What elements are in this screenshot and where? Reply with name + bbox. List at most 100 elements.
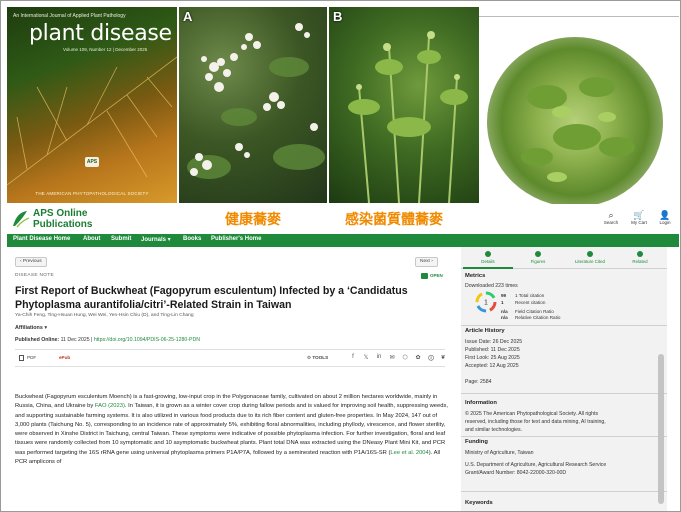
- cover-journal-line: An International Journal of Applied Plan…: [13, 13, 126, 19]
- aps-logo-icon[interactable]: [9, 208, 31, 230]
- literature-icon: [587, 251, 593, 257]
- healthy-buckwheat-photo: A: [179, 7, 327, 203]
- published-date: 11 Dec 2025: [60, 337, 90, 343]
- funding-line-1: Ministry of Agriculture, Taiwan: [465, 450, 534, 456]
- nav-publishers-home[interactable]: Publisher's Home: [211, 236, 261, 242]
- article-main: ‹ Previous Next › DISEASE NOTE OPEN Firs…: [7, 247, 459, 511]
- open-lock-icon: [421, 273, 428, 279]
- logo-line-2: Publications: [33, 219, 93, 230]
- search-icon: ⌕: [608, 210, 614, 220]
- search-button[interactable]: ⌕ Search: [599, 210, 623, 225]
- panel-label-a: A: [183, 9, 193, 24]
- cover-society: THE AMERICAN PHYTOPATHOLOGICAL SOCIETY: [35, 191, 149, 196]
- share-mendeley-icon[interactable]: 🛈: [427, 354, 435, 364]
- cart-label: My Cart: [631, 220, 647, 225]
- downloaded-count: Downloaded 223 times: [465, 283, 518, 289]
- citation-link[interactable]: FAO (2023): [95, 403, 125, 409]
- pdf-label: PDF: [27, 355, 37, 361]
- share-linkedin-icon[interactable]: in: [375, 354, 383, 360]
- article-authors[interactable]: Ya-Chih Feng, Ting-Hsuan Hung, Wei Wei, …: [15, 313, 194, 318]
- share-wechat-icon[interactable]: ✿: [414, 354, 422, 361]
- copyright-line-2: reserved, including those for text and d…: [465, 419, 606, 425]
- history-accepted: Accepted: 12 Aug 2025: [465, 363, 519, 369]
- metrics-heading: Metrics: [465, 273, 486, 279]
- aps-logo-text[interactable]: APS Online Publications: [33, 208, 93, 231]
- tab-related-label: Related: [632, 259, 648, 264]
- nav-plant-disease-home[interactable]: Plant Disease Home: [13, 236, 70, 242]
- pdf-button[interactable]: PDF: [19, 355, 36, 361]
- tab-literature-label: Literature Cited: [574, 259, 606, 264]
- login-button[interactable]: 👤 Login: [653, 210, 677, 225]
- white-flowers-illustration: [187, 23, 325, 179]
- tab-figures-label: Figures: [530, 259, 546, 264]
- metric-recent-text: Recent citation: [515, 300, 546, 305]
- logo-line-1: APS Online: [33, 208, 88, 219]
- tools-label: TOOLS: [312, 355, 329, 360]
- cart-button[interactable]: 🛒 My Cart: [627, 210, 651, 225]
- main-nav: Plant Disease Home About Submit Journals…: [7, 234, 679, 247]
- article-history-heading: Article History: [465, 328, 505, 334]
- metric-recent-n: 1: [501, 300, 504, 305]
- infected-buckwheat-photo: B: [329, 7, 479, 203]
- tab-details[interactable]: Details: [463, 251, 513, 269]
- healthy-buckwheat-label: 健康蕎麥: [225, 211, 281, 227]
- citation-link[interactable]: Lee et al. 2004: [390, 450, 428, 456]
- affiliations-toggle[interactable]: Affiliations ▾: [15, 325, 47, 331]
- related-icon: [637, 251, 643, 257]
- divider: [461, 436, 667, 437]
- doi-link[interactable]: https://doi.org/10.1094/PDIS-06-25-1280-…: [94, 337, 200, 343]
- site-header: APS Online Publications 健康蕎麥 感染菌質體蕎麥 ⌕ S…: [7, 204, 679, 234]
- abstract-text: . In Taiwan, it is grown as a winter cov…: [15, 403, 448, 456]
- copyright-line-1: © 2025 The American Phytopathological So…: [465, 411, 599, 417]
- funding-line-2: U.S. Department of Agriculture, Agricult…: [465, 462, 607, 468]
- article-page: Page: 2584: [465, 379, 492, 385]
- cover-volume: Volume 109, Number 12 | December 2025: [63, 47, 148, 52]
- information-heading: Information: [465, 400, 497, 406]
- article-abstract: Buckwheat (Fagopyrum esculentum Moench) …: [15, 393, 451, 467]
- zoom-connector-line: [479, 16, 679, 17]
- metric-total-text: 1 Total citation: [515, 293, 545, 298]
- share-facebook-icon[interactable]: f: [349, 354, 357, 360]
- magnified-phyllody-illustration: [521, 77, 635, 182]
- epub-button[interactable]: ePub: [59, 355, 70, 360]
- metric-field-text: Field Citation Ratio: [515, 309, 554, 314]
- tab-related[interactable]: Related: [615, 251, 665, 264]
- share-x-icon[interactable]: 𝕏: [362, 354, 370, 361]
- dimensions-badge-icon[interactable]: 1: [475, 291, 497, 313]
- nav-submit[interactable]: Submit: [111, 236, 131, 242]
- open-label: OPEN: [430, 273, 443, 279]
- published-label: Published Online:: [15, 337, 60, 343]
- cart-icon: 🛒: [633, 210, 645, 220]
- cover-title: plant disease: [29, 21, 172, 46]
- tab-figures[interactable]: Figures: [513, 251, 563, 264]
- nav-about[interactable]: About: [83, 236, 100, 242]
- tools-menu-button[interactable]: ⚙ TOOLS: [307, 355, 328, 361]
- published-line: Published Online: 11 Dec 2025 | https://…: [15, 337, 200, 343]
- history-published: Published: 11 Dec 2025: [465, 347, 520, 353]
- aps-badge: APS: [85, 157, 99, 167]
- dimensions-badge-value: 1: [484, 300, 488, 307]
- side-panel-scrollbar[interactable]: [658, 354, 664, 504]
- metric-relative-ratio: n/a Relative Citation Ratio: [501, 315, 560, 320]
- open-access-badge: OPEN: [421, 273, 443, 279]
- nav-journals[interactable]: Journals ▾: [141, 236, 171, 243]
- share-email-icon[interactable]: ✉: [388, 354, 396, 361]
- nav-books[interactable]: Books: [183, 236, 201, 242]
- tab-details-label: Details: [481, 259, 495, 264]
- figure-collage: An International Journal of Applied Plan…: [1, 1, 680, 207]
- metric-relative-n: n/a: [501, 315, 508, 320]
- tab-literature-cited[interactable]: Literature Cited: [565, 251, 615, 264]
- panel-label-b: B: [333, 9, 343, 24]
- keywords-heading: Keywords: [465, 500, 493, 506]
- share-reddit-icon[interactable]: ⬡: [401, 354, 409, 361]
- pdf-icon: [19, 355, 24, 361]
- divider: [461, 491, 667, 492]
- metric-recent-citation: 1 Recent citation: [501, 300, 545, 305]
- screenshot-root: An International Journal of Applied Plan…: [0, 0, 681, 512]
- share-bluesky-icon[interactable]: ❦: [439, 354, 447, 361]
- next-button[interactable]: Next ›: [415, 257, 438, 267]
- divider: [461, 393, 667, 394]
- metric-field-ratio: n/a Field Citation Ratio: [501, 309, 554, 314]
- article-side-panel: Details Figures Literature Cited Related…: [461, 247, 667, 511]
- previous-button[interactable]: ‹ Previous: [15, 257, 47, 267]
